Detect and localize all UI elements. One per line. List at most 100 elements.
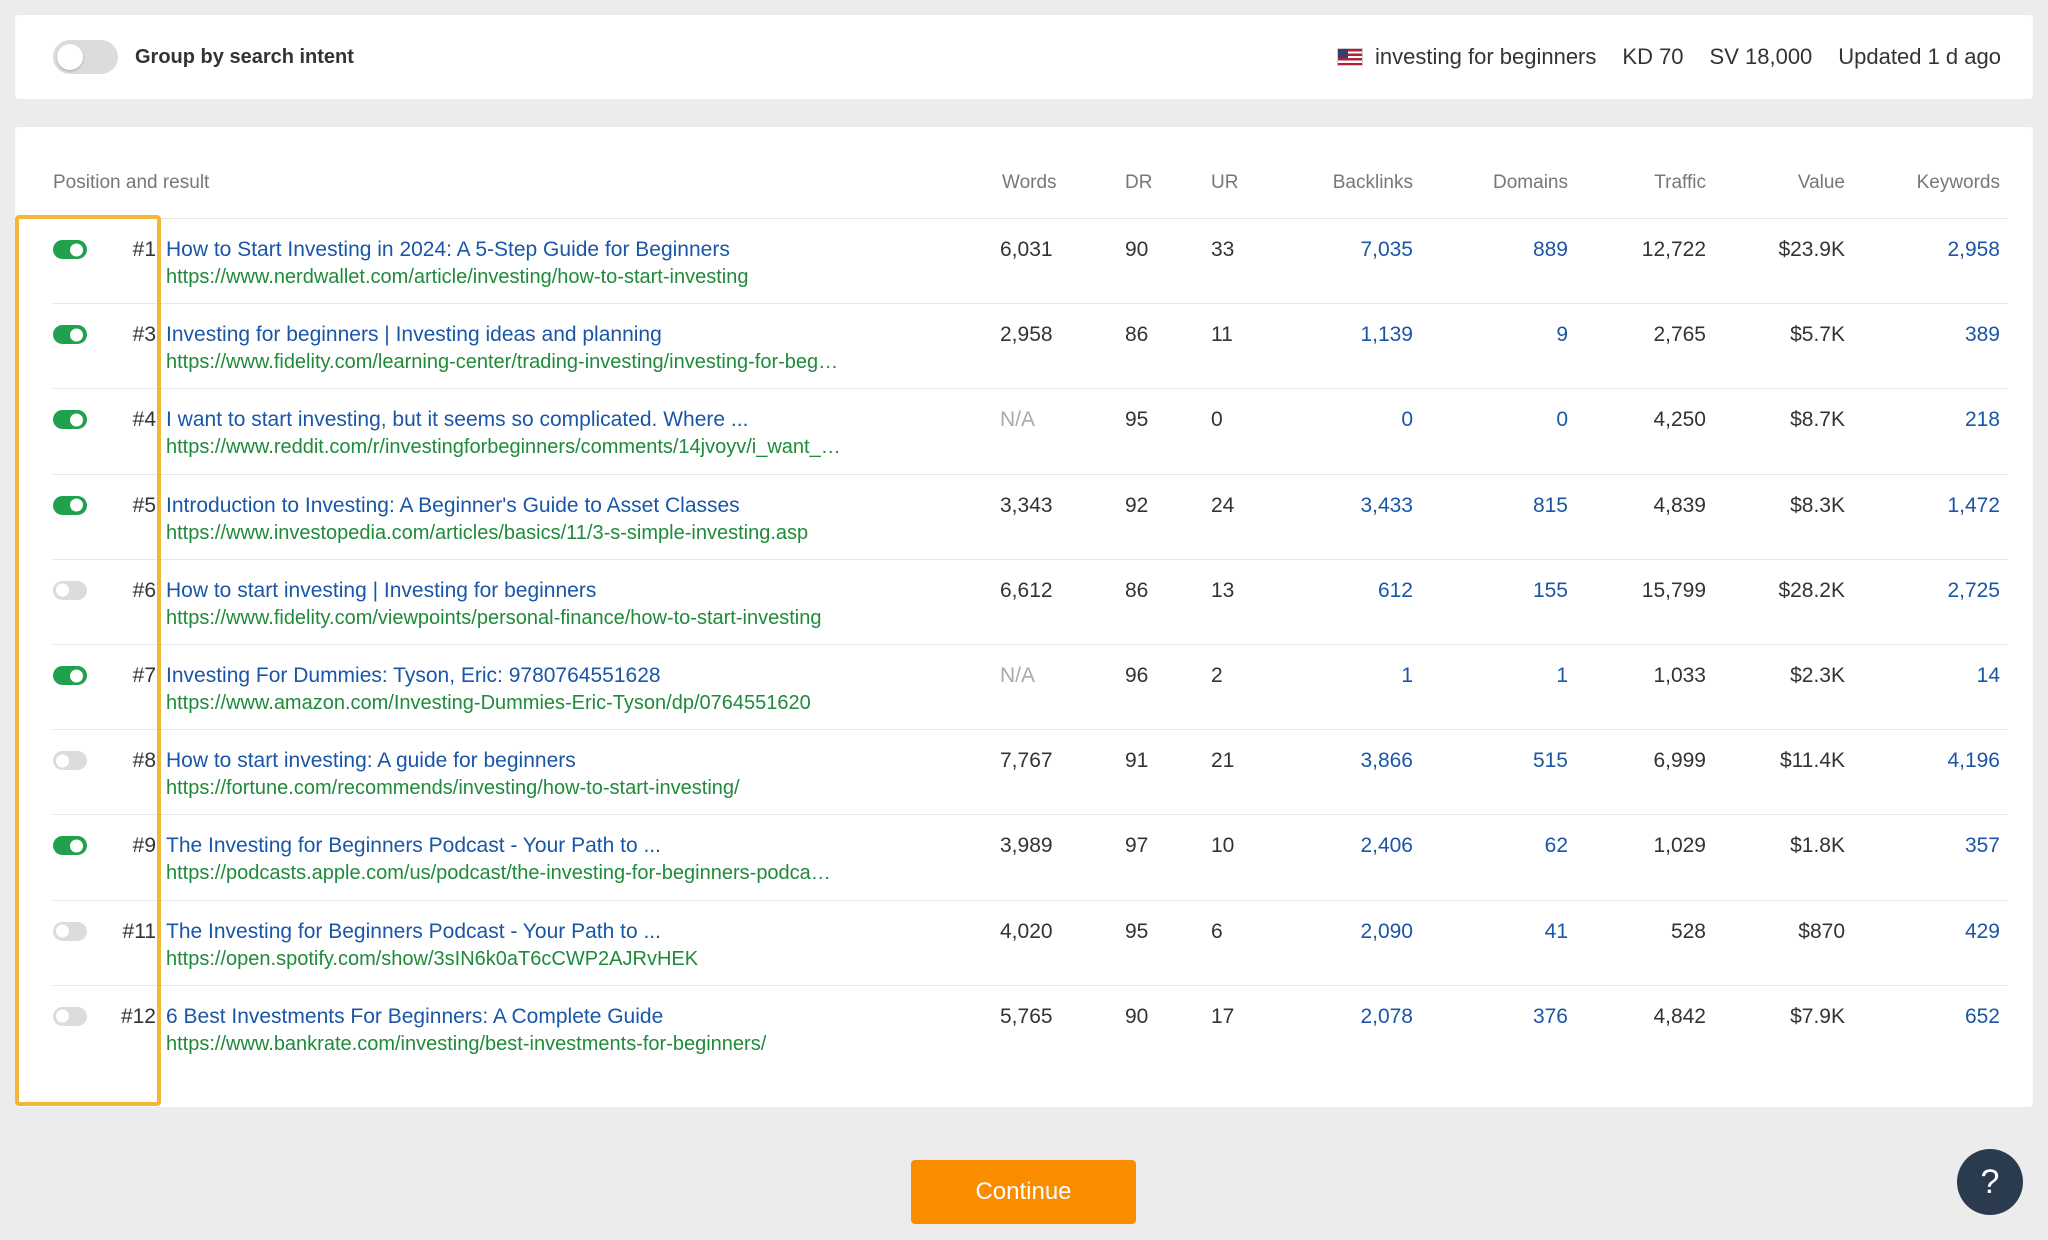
backlinks-link[interactable]: 1: [1401, 664, 1413, 688]
backlinks-link[interactable]: 2,078: [1360, 1005, 1413, 1029]
value-amount: $1.8K: [1790, 834, 1845, 858]
words-value: N/A: [1000, 408, 1036, 432]
keywords-link[interactable]: 14: [1977, 664, 2000, 688]
serp-results-panel: Position and result Words DR UR Backlink…: [15, 127, 2033, 1107]
result-title-link[interactable]: 6 Best Investments For Beginners: A Comp…: [166, 1005, 663, 1029]
traffic-value: 1,033: [1653, 664, 1706, 687]
traffic-value: 6,999: [1653, 749, 1706, 773]
position-number: #6: [132, 578, 156, 602]
result-title-link[interactable]: How to start investing | Investing for b…: [166, 579, 596, 603]
keywords-link[interactable]: 429: [1965, 920, 2000, 944]
position-number: #12: [120, 1004, 156, 1028]
result-title-link[interactable]: Investing For Dummies: Tyson, Eric: 9780…: [166, 664, 661, 688]
ur-value: 6: [1211, 919, 1223, 943]
backlinks-link[interactable]: 0: [1401, 408, 1413, 432]
include-result-toggle[interactable]: [53, 921, 87, 941]
result-title-link[interactable]: Investing for beginners | Investing idea…: [166, 323, 662, 347]
keyword-meta: investing for beginners KD 70 SV 18,000 …: [1337, 15, 2033, 99]
table-row: #5 Introduction to Investing: A Beginner'…: [15, 474, 2033, 559]
result-title-link[interactable]: The Investing for Beginners Podcast - Yo…: [166, 834, 661, 858]
domains-link[interactable]: 815: [1533, 494, 1568, 518]
include-result-toggle[interactable]: [53, 410, 87, 430]
domains-link[interactable]: 41: [1545, 920, 1568, 944]
value-amount: $8.7K: [1790, 408, 1845, 432]
domains-link[interactable]: 889: [1533, 238, 1568, 262]
col-traffic: Traffic: [1654, 172, 1706, 193]
result-url-link[interactable]: https://fortune.com/recommends/investing…: [166, 777, 740, 800]
keywords-link[interactable]: 2,725: [1947, 579, 2000, 603]
domains-link[interactable]: 1: [1556, 664, 1568, 688]
include-result-toggle[interactable]: [53, 495, 87, 515]
backlinks-link[interactable]: 7,035: [1360, 238, 1413, 262]
domains-link[interactable]: 515: [1533, 749, 1568, 773]
include-result-toggle[interactable]: [53, 325, 87, 345]
result-url-link[interactable]: https://podcasts.apple.com/us/podcast/th…: [166, 862, 831, 885]
domains-link[interactable]: 62: [1545, 834, 1568, 858]
value-amount: $5.7K: [1790, 323, 1845, 347]
result-url-link[interactable]: https://www.reddit.com/r/investingforbeg…: [166, 436, 841, 459]
include-result-toggle[interactable]: [53, 1006, 87, 1026]
result-url-link[interactable]: https://www.amazon.com/Investing-Dummies…: [166, 692, 811, 715]
group-by-intent-toggle[interactable]: [53, 40, 118, 74]
ur-value: 13: [1211, 578, 1235, 602]
table-row: #3 Investing for beginners | Investing id…: [15, 303, 2033, 388]
keywords-link[interactable]: 4,196: [1947, 749, 2000, 773]
table-row: #11 The Investing for Beginners Podcast -…: [15, 900, 2033, 985]
keywords-link[interactable]: 652: [1965, 1005, 2000, 1029]
traffic-value: 15,799: [1641, 578, 1706, 602]
words-value: 6,612: [1000, 578, 1053, 602]
dr-value: 91: [1125, 749, 1149, 773]
backlinks-link[interactable]: 612: [1378, 579, 1413, 603]
keywords-link[interactable]: 2,958: [1947, 238, 2000, 262]
dr-value: 96: [1125, 664, 1149, 687]
backlinks-link[interactable]: 1,139: [1360, 323, 1413, 347]
include-result-toggle[interactable]: [53, 580, 87, 600]
words-value: 6,031: [1000, 238, 1053, 261]
help-button[interactable]: ?: [1957, 1149, 2023, 1215]
keywords-link[interactable]: 357: [1965, 834, 2000, 858]
table-row: #7 Investing For Dummies: Tyson, Eric: 97…: [15, 644, 2033, 729]
result-title-link[interactable]: Introduction to Investing: A Beginner's …: [166, 494, 740, 518]
table-row: #4 I want to start investing, but it seem…: [15, 388, 2033, 473]
value-amount: $28.2K: [1778, 578, 1845, 602]
include-result-toggle[interactable]: [53, 751, 87, 771]
include-result-toggle[interactable]: [53, 836, 87, 856]
result-url-link[interactable]: https://www.investopedia.com/articles/ba…: [166, 522, 808, 545]
result-title-link[interactable]: How to Start Investing in 2024: A 5-Step…: [166, 238, 730, 262]
include-result-toggle[interactable]: [53, 666, 87, 685]
keywords-link[interactable]: 1,472: [1947, 494, 2000, 518]
words-value: 7,767: [1000, 749, 1053, 773]
result-url-link[interactable]: https://www.bankrate.com/investing/best-…: [166, 1033, 766, 1056]
backlinks-link[interactable]: 3,866: [1360, 749, 1413, 773]
domains-link[interactable]: 0: [1556, 408, 1568, 432]
table-row: #1 How to Start Investing in 2024: A 5-St…: [15, 218, 2033, 303]
domains-link[interactable]: 155: [1533, 579, 1568, 603]
words-value: 3,989: [1000, 834, 1053, 858]
domains-link[interactable]: 9: [1556, 323, 1568, 347]
result-url-link[interactable]: https://open.spotify.com/show/3sIN6k0aT6…: [166, 948, 698, 971]
position-number: #4: [132, 408, 156, 432]
result-title-link[interactable]: How to start investing: A guide for begi…: [166, 749, 576, 773]
include-result-toggle[interactable]: [53, 240, 87, 259]
backlinks-link[interactable]: 2,090: [1360, 920, 1413, 944]
continue-button[interactable]: Continue: [911, 1160, 1136, 1224]
traffic-value: 4,842: [1653, 1004, 1706, 1028]
domains-link[interactable]: 376: [1533, 1005, 1568, 1029]
dr-value: 95: [1125, 919, 1149, 943]
traffic-value: 4,839: [1653, 493, 1706, 517]
keywords-link[interactable]: 389: [1965, 323, 2000, 347]
words-value: 2,958: [1000, 323, 1053, 347]
table-header: Position and result Words DR UR Backlink…: [15, 172, 2033, 202]
keywords-link[interactable]: 218: [1965, 408, 2000, 432]
us-flag-icon: [1337, 48, 1364, 66]
backlinks-link[interactable]: 2,406: [1360, 834, 1413, 858]
result-url-link[interactable]: https://www.fidelity.com/viewpoints/pers…: [166, 607, 821, 630]
col-backlinks: Backlinks: [1332, 172, 1413, 193]
result-url-link[interactable]: https://www.fidelity.com/learning-center…: [166, 351, 838, 374]
dr-value: 97: [1125, 834, 1149, 858]
position-number: #11: [122, 919, 156, 943]
backlinks-link[interactable]: 3,433: [1360, 494, 1413, 518]
result-title-link[interactable]: I want to start investing, but it seems …: [166, 408, 748, 432]
result-title-link[interactable]: The Investing for Beginners Podcast - Yo…: [166, 920, 661, 944]
result-url-link[interactable]: https://www.nerdwallet.com/article/inves…: [166, 266, 748, 289]
